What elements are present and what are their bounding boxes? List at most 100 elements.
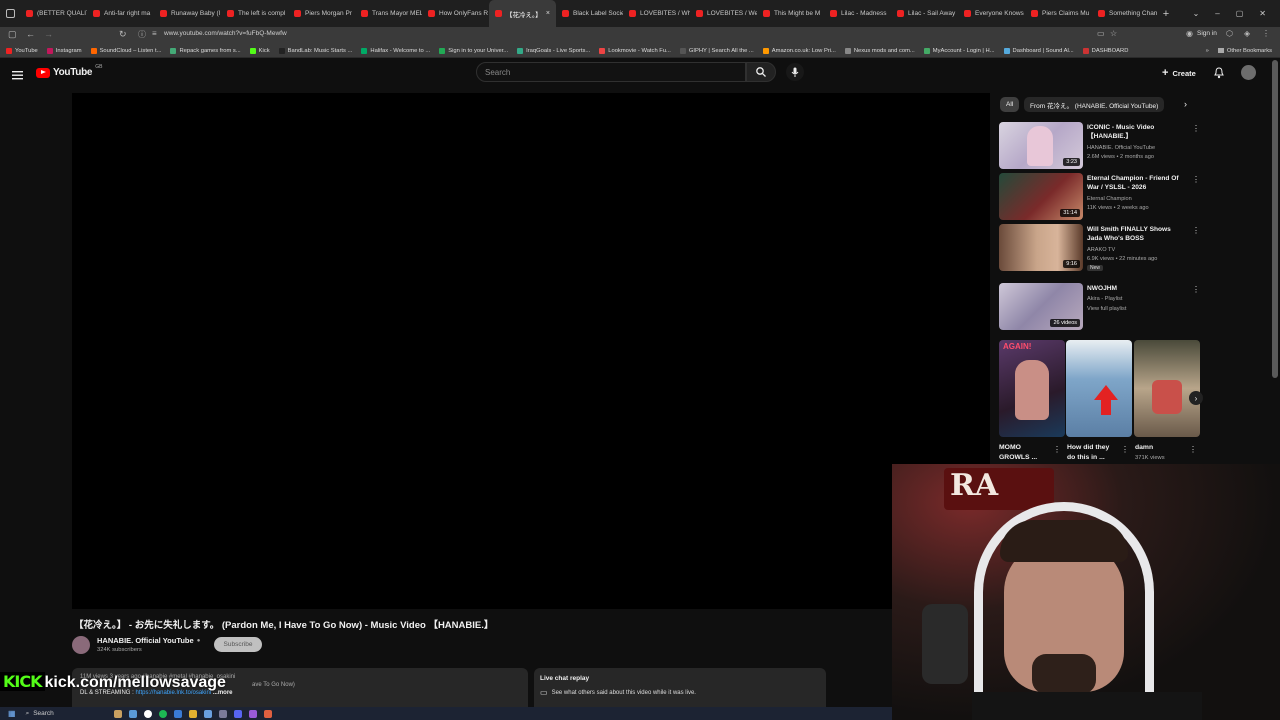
cast-icon[interactable]: ▭ xyxy=(1097,29,1105,38)
browser-tab[interactable]: Piers Claims Mu xyxy=(1025,0,1092,27)
bookmark-item[interactable]: Sign in to your Univer... xyxy=(439,47,508,54)
rec-menu-icon[interactable]: ⋮ xyxy=(1192,285,1200,294)
tab-search-icon[interactable]: ⌄ xyxy=(1193,9,1200,18)
bookmark-item[interactable]: GIPHY | Search All the ... xyxy=(679,47,754,54)
notifications-button[interactable] xyxy=(1214,66,1224,84)
bookmark-item[interactable]: IraqGoals - Live Sports... xyxy=(517,47,590,54)
app-icon[interactable] xyxy=(173,709,182,718)
bookmark-item[interactable]: Instagram xyxy=(46,47,82,54)
forward-icon[interactable]: → xyxy=(44,29,53,39)
browser-tab[interactable]: How OnlyFans R xyxy=(422,0,489,27)
profile-icon[interactable]: ◉ xyxy=(1186,29,1193,38)
rec-channel[interactable]: ARAKO TV xyxy=(1087,247,1115,253)
bookmark-item[interactable]: Kick xyxy=(249,47,270,54)
tune-icon[interactable]: ≡ xyxy=(152,29,157,38)
bookmark-item[interactable]: Halifax - Welcome to ... xyxy=(361,47,430,54)
rec-thumbnail[interactable]: 31:14 xyxy=(999,173,1083,220)
browser-tab[interactable]: Something Chan xyxy=(1092,0,1159,27)
short-menu-icon[interactable]: ⋮ xyxy=(1121,445,1129,454)
short-menu-icon[interactable]: ⋮ xyxy=(1053,445,1061,454)
app-icon[interactable] xyxy=(263,709,272,718)
bookmark-item[interactable]: Lookmovie - Watch Fu... xyxy=(599,47,671,54)
app-icon[interactable] xyxy=(128,709,137,718)
rec-menu-icon[interactable]: ⋮ xyxy=(1192,226,1200,235)
extensions-icon[interactable]: ⬡ xyxy=(1226,29,1233,38)
video-player[interactable] xyxy=(72,93,990,609)
browser-tab[interactable]: Black Label Socie xyxy=(556,0,623,27)
browser-tab[interactable]: Lilac - Sail Away xyxy=(891,0,958,27)
yt-search-input[interactable]: Search xyxy=(476,62,746,82)
bookmark-item[interactable]: SoundCloud – Listen t... xyxy=(90,47,161,54)
rec-channel[interactable]: HANABIE. Official YouTube xyxy=(1087,145,1155,151)
spotify-icon[interactable] xyxy=(158,709,167,718)
browser-sign-in[interactable]: Sign in xyxy=(1197,30,1217,37)
short-thumbnail[interactable] xyxy=(1134,340,1200,437)
short-title[interactable]: damn xyxy=(1135,443,1183,453)
browser-tab[interactable]: Runaway Baby (l xyxy=(154,0,221,27)
rec-menu-icon[interactable]: ⋮ xyxy=(1192,175,1200,184)
browser-tab[interactable]: (BETTER QUALIT xyxy=(20,0,87,27)
browser-menu-icon[interactable]: ⋮ xyxy=(1262,29,1270,38)
close-window-icon[interactable]: ✕ xyxy=(1259,9,1266,18)
browser-tab[interactable]: Lilac - Madness xyxy=(824,0,891,27)
rec-item[interactable]: 3:23 ICONIC - Music Video 【HANABIE.】 HAN… xyxy=(999,122,1209,170)
create-button[interactable]: + Create xyxy=(1162,67,1196,79)
channel-avatar[interactable] xyxy=(72,636,90,654)
maximize-icon[interactable]: ▢ xyxy=(1236,9,1244,18)
reload-icon[interactable]: ↻ xyxy=(119,29,127,40)
short-thumbnail[interactable] xyxy=(1066,340,1132,437)
subscribe-button[interactable]: Subscribe xyxy=(214,637,262,652)
app-icon[interactable] xyxy=(218,709,227,718)
browser-tab[interactable]: LOVEBITES / We xyxy=(690,0,757,27)
short-thumbnail[interactable]: AGAIN! xyxy=(999,340,1065,437)
browser-tab[interactable]: Piers Morgan Pr xyxy=(288,0,355,27)
new-tab-icon[interactable]: + xyxy=(1159,8,1173,20)
bookmarks-overflow-icon[interactable]: » xyxy=(1206,48,1209,54)
chip-all[interactable]: All xyxy=(1000,97,1020,112)
close-tab-icon[interactable]: × xyxy=(546,10,550,17)
site-info-icon[interactable]: ⓘ xyxy=(138,29,146,40)
rec-menu-icon[interactable]: ⋮ xyxy=(1192,124,1200,133)
back-icon[interactable]: ← xyxy=(26,29,35,39)
rec-item-playlist[interactable]: 26 videos NWOJHM Akira - Playlist View f… xyxy=(999,283,1209,331)
short-title[interactable]: MOMO GROWLS ... xyxy=(999,443,1047,462)
app-icon[interactable] xyxy=(203,709,212,718)
discord-icon[interactable] xyxy=(233,709,242,718)
bookmark-item[interactable]: Amazon.co.uk: Low Pri... xyxy=(762,47,836,54)
browser-tab[interactable]: The left is compl xyxy=(221,0,288,27)
rec-title[interactable]: Will Smith FINALLY Shows Jada Who's BOSS xyxy=(1087,226,1183,244)
rec-channel[interactable]: Akira - Playlist xyxy=(1087,296,1122,302)
app-icon[interactable] xyxy=(248,709,257,718)
rec-title[interactable]: ICONIC - Music Video 【HANABIE.】 xyxy=(1087,124,1183,142)
minimize-icon[interactable]: – xyxy=(1215,9,1219,18)
bookmark-item[interactable]: MyAccount - Login | H... xyxy=(923,47,995,54)
rec-channel[interactable]: Eternal Champion xyxy=(1087,196,1132,202)
account-avatar[interactable] xyxy=(1241,65,1256,80)
rec-thumbnail[interactable]: 26 videos xyxy=(999,283,1083,330)
url-field[interactable]: www.youtube.com/watch?v=fuFbQ-Mewfw xyxy=(164,30,287,37)
view-playlist-link[interactable]: View full playlist xyxy=(1087,306,1126,312)
taskbar-search[interactable]: ⌕ Search xyxy=(26,710,54,718)
chips-next-icon[interactable]: › xyxy=(1184,99,1187,109)
windows-start-icon[interactable]: ▦ xyxy=(8,709,16,718)
shorts-next-button[interactable]: › xyxy=(1189,391,1203,405)
rec-thumbnail[interactable]: 3:23 xyxy=(999,122,1083,169)
rec-item[interactable]: 31:14 Eternal Champion - Friend Of War /… xyxy=(999,173,1209,221)
yt-menu-icon[interactable] xyxy=(12,67,23,80)
other-bookmarks[interactable]: Other Bookmarks xyxy=(1217,48,1280,54)
yt-search-button[interactable] xyxy=(746,62,776,82)
voice-search-button[interactable] xyxy=(786,63,804,81)
tab-menu-icon[interactable] xyxy=(0,0,20,27)
rec-item[interactable]: 9:16 Will Smith FINALLY Shows Jada Who's… xyxy=(999,224,1209,272)
browser-tab[interactable]: Anti-far right ma xyxy=(87,0,154,27)
shield-icon[interactable]: ◈ xyxy=(1244,29,1250,38)
browser-tab[interactable]: LOVEBITES / Wh xyxy=(623,0,690,27)
bookmark-item[interactable]: YouTube xyxy=(6,47,38,54)
file-explorer-icon[interactable] xyxy=(188,709,197,718)
browser-tab[interactable]: This Might be M xyxy=(757,0,824,27)
short-menu-icon[interactable]: ⋮ xyxy=(1189,445,1197,454)
bookmark-star-icon[interactable]: ☆ xyxy=(1110,29,1117,38)
app-icon[interactable] xyxy=(113,709,122,718)
bookmark-item[interactable]: BandLab: Music Starts ... xyxy=(278,47,352,54)
rec-thumbnail[interactable]: 9:16 xyxy=(999,224,1083,271)
